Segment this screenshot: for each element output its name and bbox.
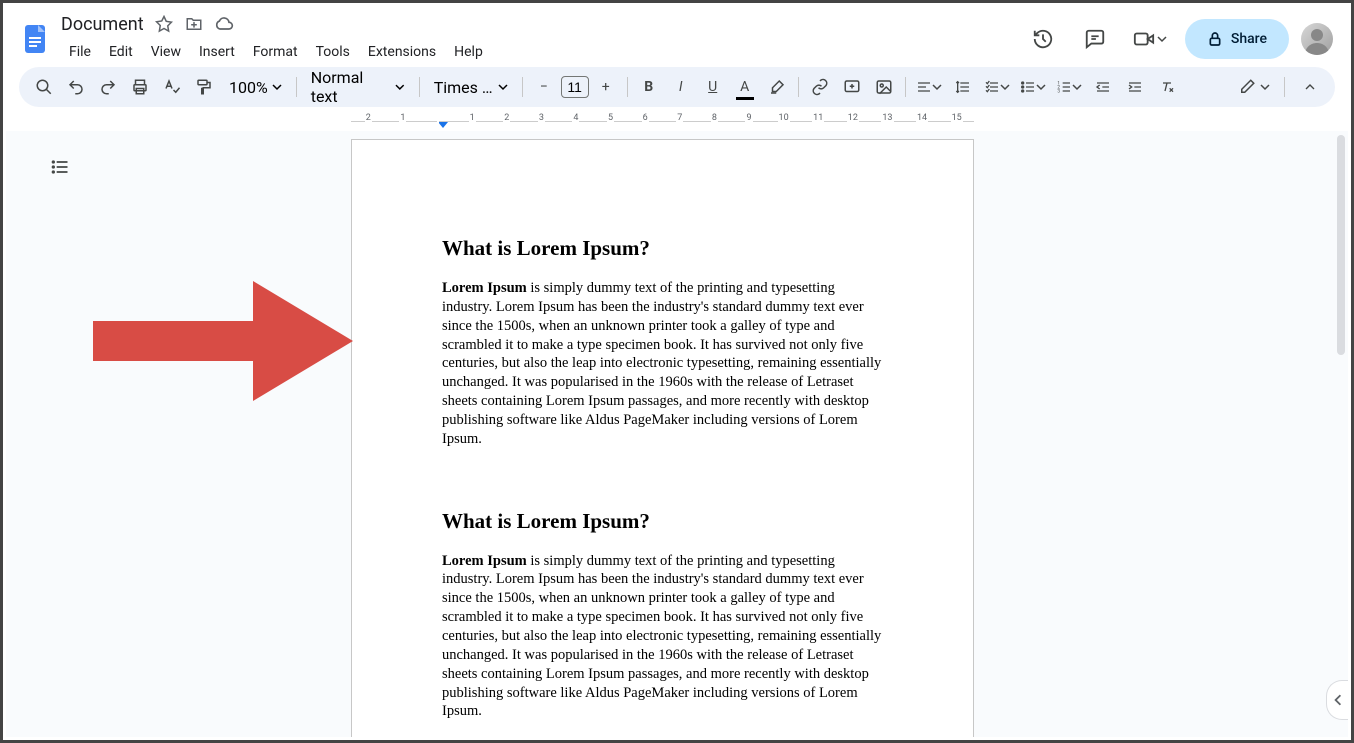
zoom-dropdown[interactable]: 100%: [221, 73, 290, 101]
checklist-dropdown[interactable]: [980, 72, 1014, 102]
paragraph-1: Lorem Ipsum is simply dummy text of the …: [442, 279, 883, 449]
vertical-scrollbar[interactable]: [1337, 135, 1345, 355]
highlight-icon[interactable]: [762, 72, 792, 102]
spellcheck-icon[interactable]: [157, 72, 187, 102]
move-icon[interactable]: [184, 14, 204, 34]
svg-text:3: 3: [1057, 88, 1060, 94]
heading-1: What is Lorem Ipsum?: [442, 236, 883, 261]
italic-icon[interactable]: I: [666, 72, 696, 102]
styles-dropdown[interactable]: Normal text: [303, 73, 413, 101]
font-dropdown[interactable]: Times …: [426, 73, 516, 101]
docs-logo[interactable]: [15, 19, 55, 59]
meet-button[interactable]: [1127, 19, 1173, 59]
history-icon[interactable]: [1023, 19, 1063, 59]
bold-icon[interactable]: B: [634, 72, 664, 102]
share-button[interactable]: Share: [1185, 19, 1289, 59]
menu-tools[interactable]: Tools: [308, 40, 358, 64]
menu-insert[interactable]: Insert: [191, 40, 243, 64]
underline-icon[interactable]: U: [698, 72, 728, 102]
text-color-icon[interactable]: A: [730, 72, 760, 102]
search-menu-icon[interactable]: [29, 72, 59, 102]
outline-toggle-icon[interactable]: [42, 149, 78, 185]
fontsize-input[interactable]: [561, 76, 589, 98]
align-dropdown[interactable]: [912, 72, 946, 102]
menu-bar: File Edit View Insert Format Tools Exten…: [61, 38, 491, 66]
share-label: Share: [1231, 31, 1267, 47]
side-panel-toggle[interactable]: [1326, 680, 1348, 720]
menu-edit[interactable]: Edit: [101, 40, 141, 64]
menu-extensions[interactable]: Extensions: [360, 40, 444, 64]
comments-icon[interactable]: [1075, 19, 1115, 59]
paint-format-icon[interactable]: [189, 72, 219, 102]
header: Document File Edit View Insert Format To…: [3, 3, 1351, 67]
insert-link-icon[interactable]: [805, 72, 835, 102]
zoom-value: 100%: [229, 78, 268, 97]
font-value: Times …: [434, 78, 493, 97]
bulleted-list-dropdown[interactable]: [1016, 72, 1050, 102]
ruler[interactable]: 21123456789101112131415: [3, 113, 1351, 133]
menu-view[interactable]: View: [143, 40, 189, 64]
add-comment-icon[interactable]: [837, 72, 867, 102]
insert-image-icon[interactable]: [869, 72, 899, 102]
menu-file[interactable]: File: [61, 40, 99, 64]
menu-help[interactable]: Help: [446, 40, 491, 64]
numbered-list-dropdown[interactable]: 123: [1052, 72, 1086, 102]
toolbar: 100% Normal text Times … − + B I U A 123: [19, 67, 1335, 107]
fontsize-decrease[interactable]: −: [529, 72, 559, 102]
document-title[interactable]: Document: [61, 14, 144, 35]
indent-marker-left[interactable]: [438, 122, 448, 128]
page[interactable]: What is Lorem Ipsum? Lorem Ipsum is simp…: [351, 139, 974, 737]
clear-formatting-icon[interactable]: [1152, 72, 1182, 102]
print-icon[interactable]: [125, 72, 155, 102]
heading-2: What is Lorem Ipsum?: [442, 509, 883, 534]
collapse-toolbar-icon[interactable]: [1295, 72, 1325, 102]
increase-indent-icon[interactable]: [1120, 72, 1150, 102]
document-canvas: What is Lorem Ipsum? Lorem Ipsum is simp…: [6, 131, 1348, 737]
account-avatar[interactable]: [1301, 23, 1333, 55]
decrease-indent-icon[interactable]: [1088, 72, 1118, 102]
menu-format[interactable]: Format: [245, 40, 306, 64]
line-spacing-icon[interactable]: [948, 72, 978, 102]
editing-mode-dropdown[interactable]: [1234, 72, 1274, 102]
undo-icon[interactable]: [61, 72, 91, 102]
cloud-status-icon[interactable]: [214, 14, 234, 34]
style-value: Normal text: [311, 68, 391, 106]
fontsize-increase[interactable]: +: [591, 72, 621, 102]
star-icon[interactable]: [154, 14, 174, 34]
paragraph-2: Lorem Ipsum is simply dummy text of the …: [442, 552, 883, 722]
redo-icon[interactable]: [93, 72, 123, 102]
